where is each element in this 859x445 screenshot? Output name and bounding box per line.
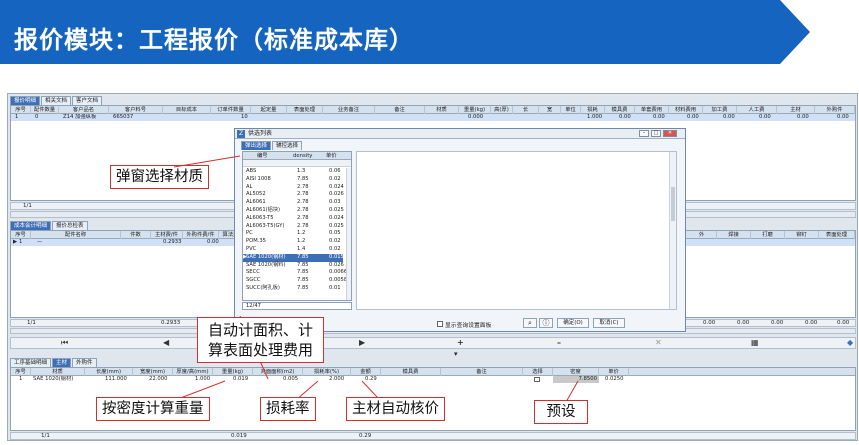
callout-loss-rate: 损耗率 <box>260 397 316 421</box>
callout-auto-price: 主材自动核价 <box>346 397 445 421</box>
callout-leaders <box>169 155 579 403</box>
leader-preset <box>565 380 579 403</box>
callout-auto-area: 自动计面积、计算表面处理费用 <box>197 317 324 363</box>
leader-select-material <box>173 155 241 168</box>
callout-density-weight: 按密度计算重量 <box>96 397 210 421</box>
callout-preset: 预设 <box>534 400 588 424</box>
leader-auto-price <box>361 380 379 399</box>
